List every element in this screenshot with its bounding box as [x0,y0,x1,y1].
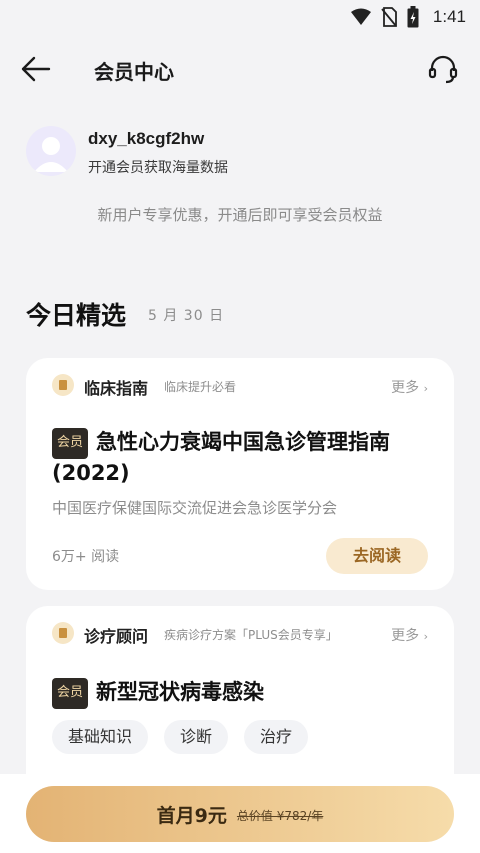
status-time: 1:41 [432,7,466,26]
article-card[interactable]: 临床指南 临床提升必看 更多 › 会员 急性心力衰竭中国急诊管理指南(2022) … [26,358,454,590]
purchase-bar: 首月9元 总价值 ¥782/年 [0,774,480,853]
read-count: 6万+ 阅读 [52,549,120,565]
avatar [26,126,76,176]
tag-treatment[interactable]: 治疗 [244,720,309,754]
purchase-button[interactable]: 首月9元 总价值 ¥782/年 [26,786,454,842]
card-source: 中国医疗保健国际交流促进会急诊医学分会 [52,499,338,517]
username: dxy_k8cgf2hw [88,129,205,148]
chevron-right-icon: › [423,382,428,395]
more-link[interactable]: 更多 › [391,377,428,397]
category-icon [52,374,74,396]
section-title: 今日精选 [26,301,127,330]
card-header: 诊疗顾问 疾病诊疗方案「PLUS会员专享」 更多 › [52,622,428,646]
card-title-text: 新型冠状病毒感染 [96,680,265,704]
read-button[interactable]: 去阅读 [326,538,428,574]
category-desc: 临床提升必看 [164,380,237,394]
back-arrow-icon[interactable] [20,54,52,84]
more-link[interactable]: 更多 › [391,625,428,645]
headset-icon[interactable] [426,52,460,86]
tag-list: 基础知识 诊断 治疗 [52,720,309,754]
user-subtitle: 开通会员获取海量数据 [88,160,228,176]
user-info[interactable]: dxy_k8cgf2hw 开通会员获取海量数据 [26,125,446,181]
more-label: 更多 [391,628,420,644]
section-date: 5 月 30 日 [148,308,225,324]
battery-icon [407,6,419,28]
card-title[interactable]: 会员 新型冠状病毒感染 [52,678,434,709]
top-bar: 会员中心 [0,44,480,94]
category-name: 诊疗顾问 [84,627,149,646]
category-icon [52,622,74,644]
category-desc: 疾病诊疗方案「PLUS会员专享」 [164,628,338,642]
more-label: 更多 [391,380,420,396]
tag-diagnosis[interactable]: 诊断 [164,720,229,754]
original-price: 总价值 ¥782/年 [236,809,324,823]
card-title-text: 急性心力衰竭中国急诊管理指南(2022) [52,430,391,485]
card-title[interactable]: 会员 急性心力衰竭中国急诊管理指南(2022) [52,428,434,487]
no-sim-icon [381,7,397,27]
page-title: 会员中心 [94,60,174,84]
member-badge: 会员 [52,428,89,459]
category-name: 临床指南 [84,379,149,398]
promo-text: 新用户专享优惠，开通后即可享受会员权益 [97,206,383,224]
card-header: 临床指南 临床提升必看 更多 › [52,374,428,398]
tag-basics[interactable]: 基础知识 [52,720,149,754]
chevron-right-icon: › [423,630,428,643]
member-badge: 会员 [52,678,89,709]
wifi-icon [350,8,371,26]
status-bar: 1:41 [0,0,480,34]
price-label: 首月9元 [156,804,227,827]
